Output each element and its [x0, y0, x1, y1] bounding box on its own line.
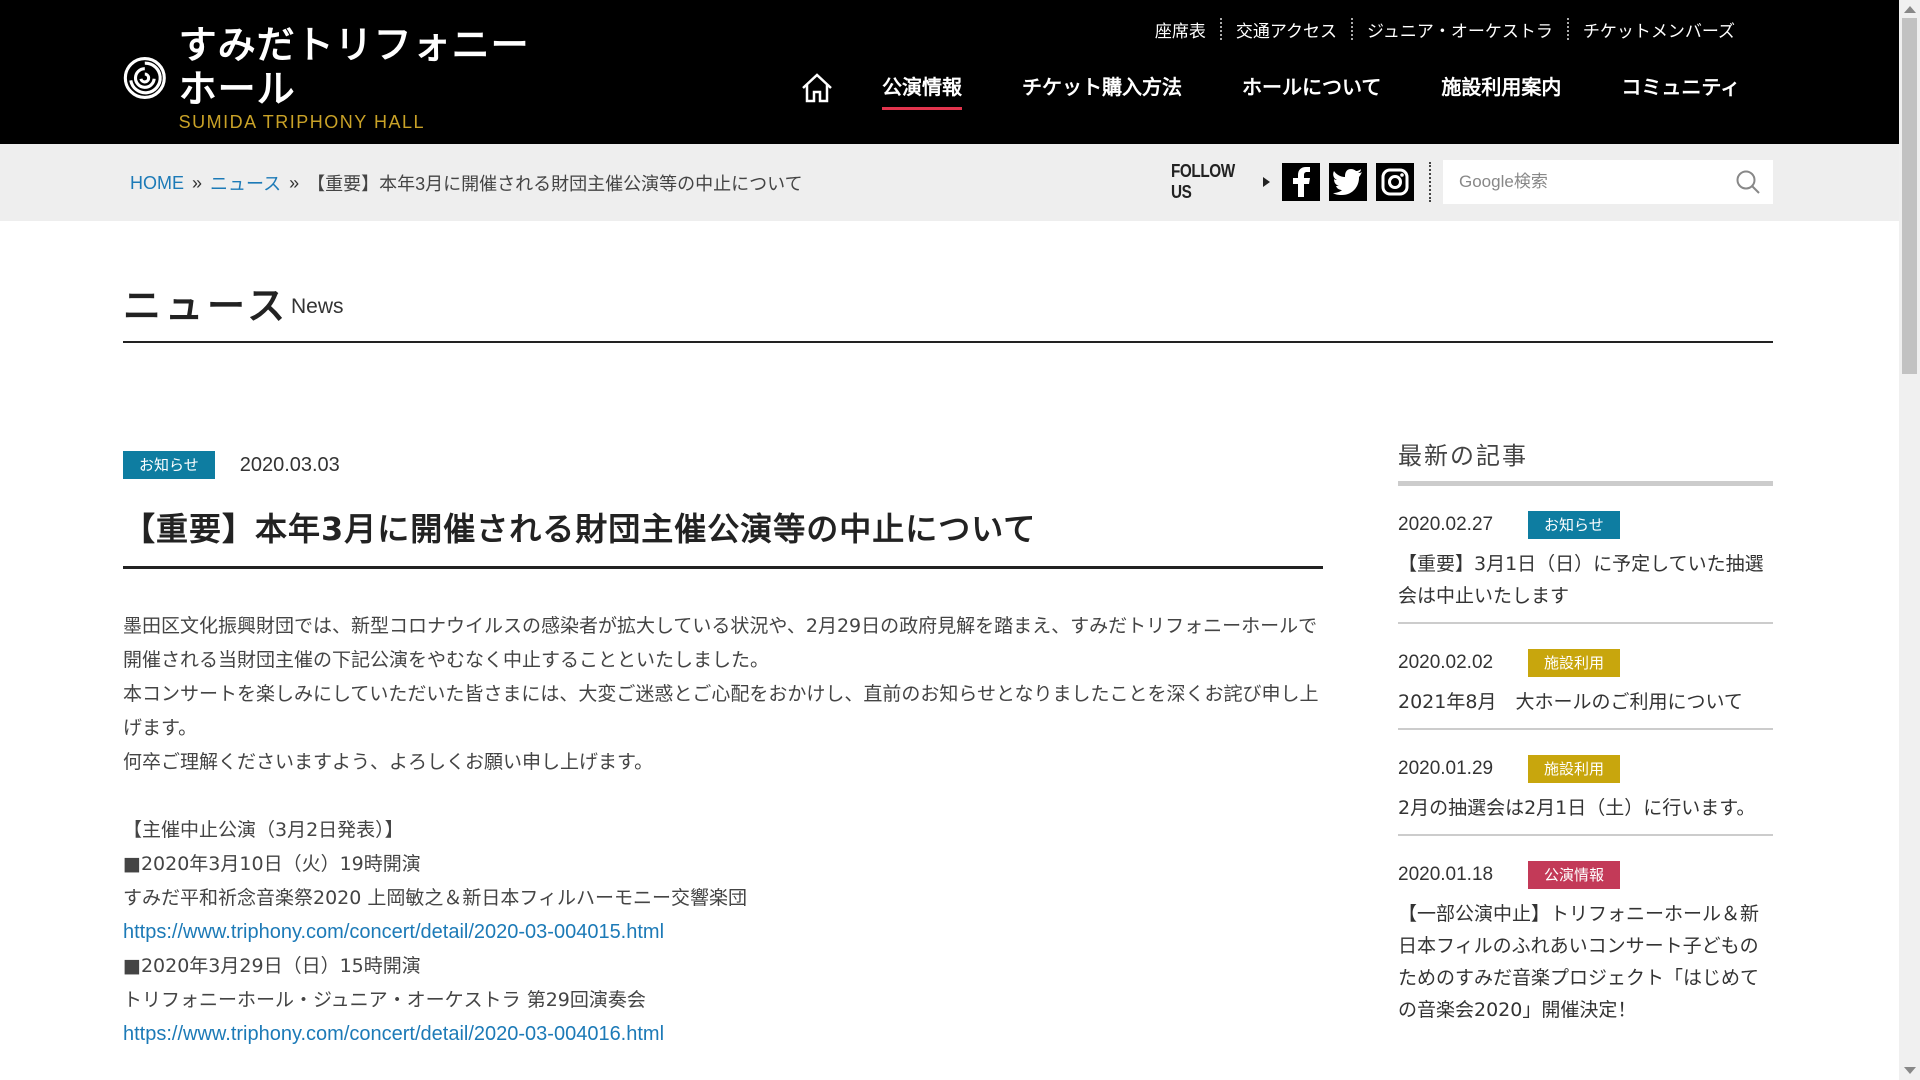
item-title[interactable]: 2021年8月 大ホールのご利用について: [1398, 686, 1773, 718]
scroll-up-icon[interactable]: [1904, 6, 1916, 13]
article-date: 2020.03.03: [239, 453, 340, 476]
sidebar-title: 最新の記事: [1398, 436, 1773, 486]
nav-item-community[interactable]: コミュニティ: [1621, 71, 1740, 106]
category-badge[interactable]: 施設利用: [1528, 755, 1621, 783]
scroll-down-icon[interactable]: [1904, 1067, 1916, 1074]
util-link-access[interactable]: 交通アクセス: [1222, 17, 1351, 42]
breadcrumb-bar: HOME » ニュース » 【重要】本年3月に開催される財団主催公演等の中止につ…: [0, 144, 1899, 221]
home-icon[interactable]: [800, 71, 834, 105]
utility-nav: 座席表 交通アクセス ジュニア・オーケストラ チケットメンバーズ: [1141, 16, 1749, 42]
article-paragraph: 本コンサートを楽しみにしていただいた皆さまには、大変ご迷惑とご心配をおかけし、直…: [123, 683, 1319, 739]
page-subtitle: News: [291, 295, 344, 318]
event-datetime: ■2020年3月29日（日）15時開演: [123, 955, 421, 977]
breadcrumb-separator: »: [192, 172, 203, 193]
category-badge[interactable]: 施設利用: [1528, 649, 1621, 677]
util-link-junior-orchestra[interactable]: ジュニア・オーケストラ: [1353, 17, 1567, 42]
event-name: すみだ平和祈念音楽祭2020 上岡敏之＆新日本フィルハーモニー交響楽団: [123, 887, 748, 909]
item-date: 2020.01.18: [1398, 864, 1494, 885]
article-body: 墨田区文化振興財団では、新型コロナウイルスの感染者が拡大している状況や、2月29…: [123, 609, 1323, 1051]
main-nav: 公演情報 チケット購入方法 ホールについて 施設利用案内 コミュニティ: [800, 66, 1740, 110]
event-link[interactable]: https://www.triphony.com/concert/detail/…: [123, 921, 664, 943]
article-paragraph: 墨田区文化振興財団では、新型コロナウイルスの感染者が拡大している状況や、2月29…: [123, 615, 1318, 671]
breadcrumb-current: 【重要】本年3月に開催される財団主催公演等の中止について: [307, 174, 803, 194]
triphony-logo-icon: [123, 56, 166, 100]
search-box: [1443, 160, 1773, 204]
facebook-icon[interactable]: [1282, 163, 1320, 201]
search-input[interactable]: [1457, 171, 1731, 193]
search-icon[interactable]: [1735, 169, 1761, 195]
logo-title: すみだトリフォニーホール: [178, 23, 530, 111]
latest-articles-sidebar: 最新の記事 2020.02.27 お知らせ 【重要】3月1日（日）に予定していた…: [1398, 436, 1773, 1036]
instagram-icon[interactable]: [1376, 163, 1414, 201]
item-date: 2020.01.29: [1398, 758, 1494, 779]
event-link[interactable]: https://www.triphony.com/concert/detail/…: [123, 1023, 664, 1045]
event-datetime: ■2020年3月10日（火）19時開演: [123, 853, 421, 875]
article-paragraph: 何卒ご理解くださいますよう、よろしくお願い申し上げます。: [123, 751, 654, 773]
category-badge[interactable]: 公演情報: [1528, 861, 1621, 889]
logo-subtitle: SUMIDA TRIPHONY HALL: [178, 112, 426, 132]
list-item[interactable]: 2020.02.02 施設利用 2021年8月 大ホールのご利用について: [1398, 624, 1773, 730]
category-badge[interactable]: お知らせ: [1528, 511, 1620, 539]
article-title: 【重要】本年3月に開催される財団主催公演等の中止について: [123, 506, 1323, 569]
section-title: 【主催中止公演（3月2日発表）】: [123, 819, 404, 841]
item-date: 2020.02.27: [1398, 514, 1494, 535]
twitter-icon[interactable]: [1329, 163, 1367, 201]
vertical-scrollbar[interactable]: [1899, 0, 1920, 1080]
category-badge[interactable]: お知らせ: [123, 451, 215, 479]
site-logo[interactable]: すみだトリフォニーホール SUMIDA TRIPHONY HALL: [123, 23, 543, 132]
list-item[interactable]: 2020.01.18 公演情報 【一部公演中止】トリフォニーホール＆新日本フィル…: [1398, 836, 1773, 1036]
breadcrumb-news-link[interactable]: ニュース: [210, 170, 281, 196]
nav-item-ticket-purchase[interactable]: チケット購入方法: [1022, 71, 1182, 106]
list-item[interactable]: 2020.02.27 お知らせ 【重要】3月1日（日）に予定していた抽選会は中止…: [1398, 486, 1773, 624]
util-link-seating[interactable]: 座席表: [1141, 17, 1220, 42]
follow-us-label: FOLLOW US: [1171, 161, 1235, 202]
article-meta: お知らせ 2020.03.03: [123, 450, 1323, 480]
divider: [1429, 162, 1431, 202]
nav-item-about-hall[interactable]: ホールについて: [1242, 71, 1381, 106]
item-title[interactable]: 【重要】3月1日（日）に予定していた抽選会は中止いたします: [1398, 548, 1773, 612]
follow-us: FOLLOW US: [1171, 161, 1431, 202]
breadcrumb-separator: »: [289, 172, 300, 193]
arrow-right-icon: [1263, 177, 1270, 187]
scrollbar-thumb[interactable]: [1902, 18, 1917, 374]
page-title: ニュース: [123, 284, 290, 328]
site-header: すみだトリフォニーホール SUMIDA TRIPHONY HALL 座席表 交通…: [0, 0, 1899, 144]
breadcrumb: HOME » ニュース » 【重要】本年3月に開催される財団主催公演等の中止につ…: [130, 170, 803, 196]
item-title[interactable]: 【一部公演中止】トリフォニーホール＆新日本フィルのふれあいコンサート子どものため…: [1398, 898, 1773, 1026]
list-item[interactable]: 2020.01.29 施設利用 2月の抽選会は2月1日（土）に行います。: [1398, 730, 1773, 836]
item-date: 2020.02.02: [1398, 652, 1494, 673]
event-name: トリフォニーホール・ジュニア・オーケストラ 第29回演奏会: [123, 989, 646, 1011]
page-heading: ニュース News: [123, 275, 1773, 343]
util-link-ticket-members[interactable]: チケットメンバーズ: [1569, 17, 1749, 42]
nav-item-performances[interactable]: 公演情報: [882, 71, 962, 110]
article: お知らせ 2020.03.03 【重要】本年3月に開催される財団主催公演等の中止…: [123, 450, 1323, 1051]
breadcrumb-home-link[interactable]: HOME: [130, 173, 184, 194]
nav-item-facility-guide[interactable]: 施設利用案内: [1441, 71, 1561, 106]
item-title[interactable]: 2月の抽選会は2月1日（土）に行います。: [1398, 792, 1773, 824]
